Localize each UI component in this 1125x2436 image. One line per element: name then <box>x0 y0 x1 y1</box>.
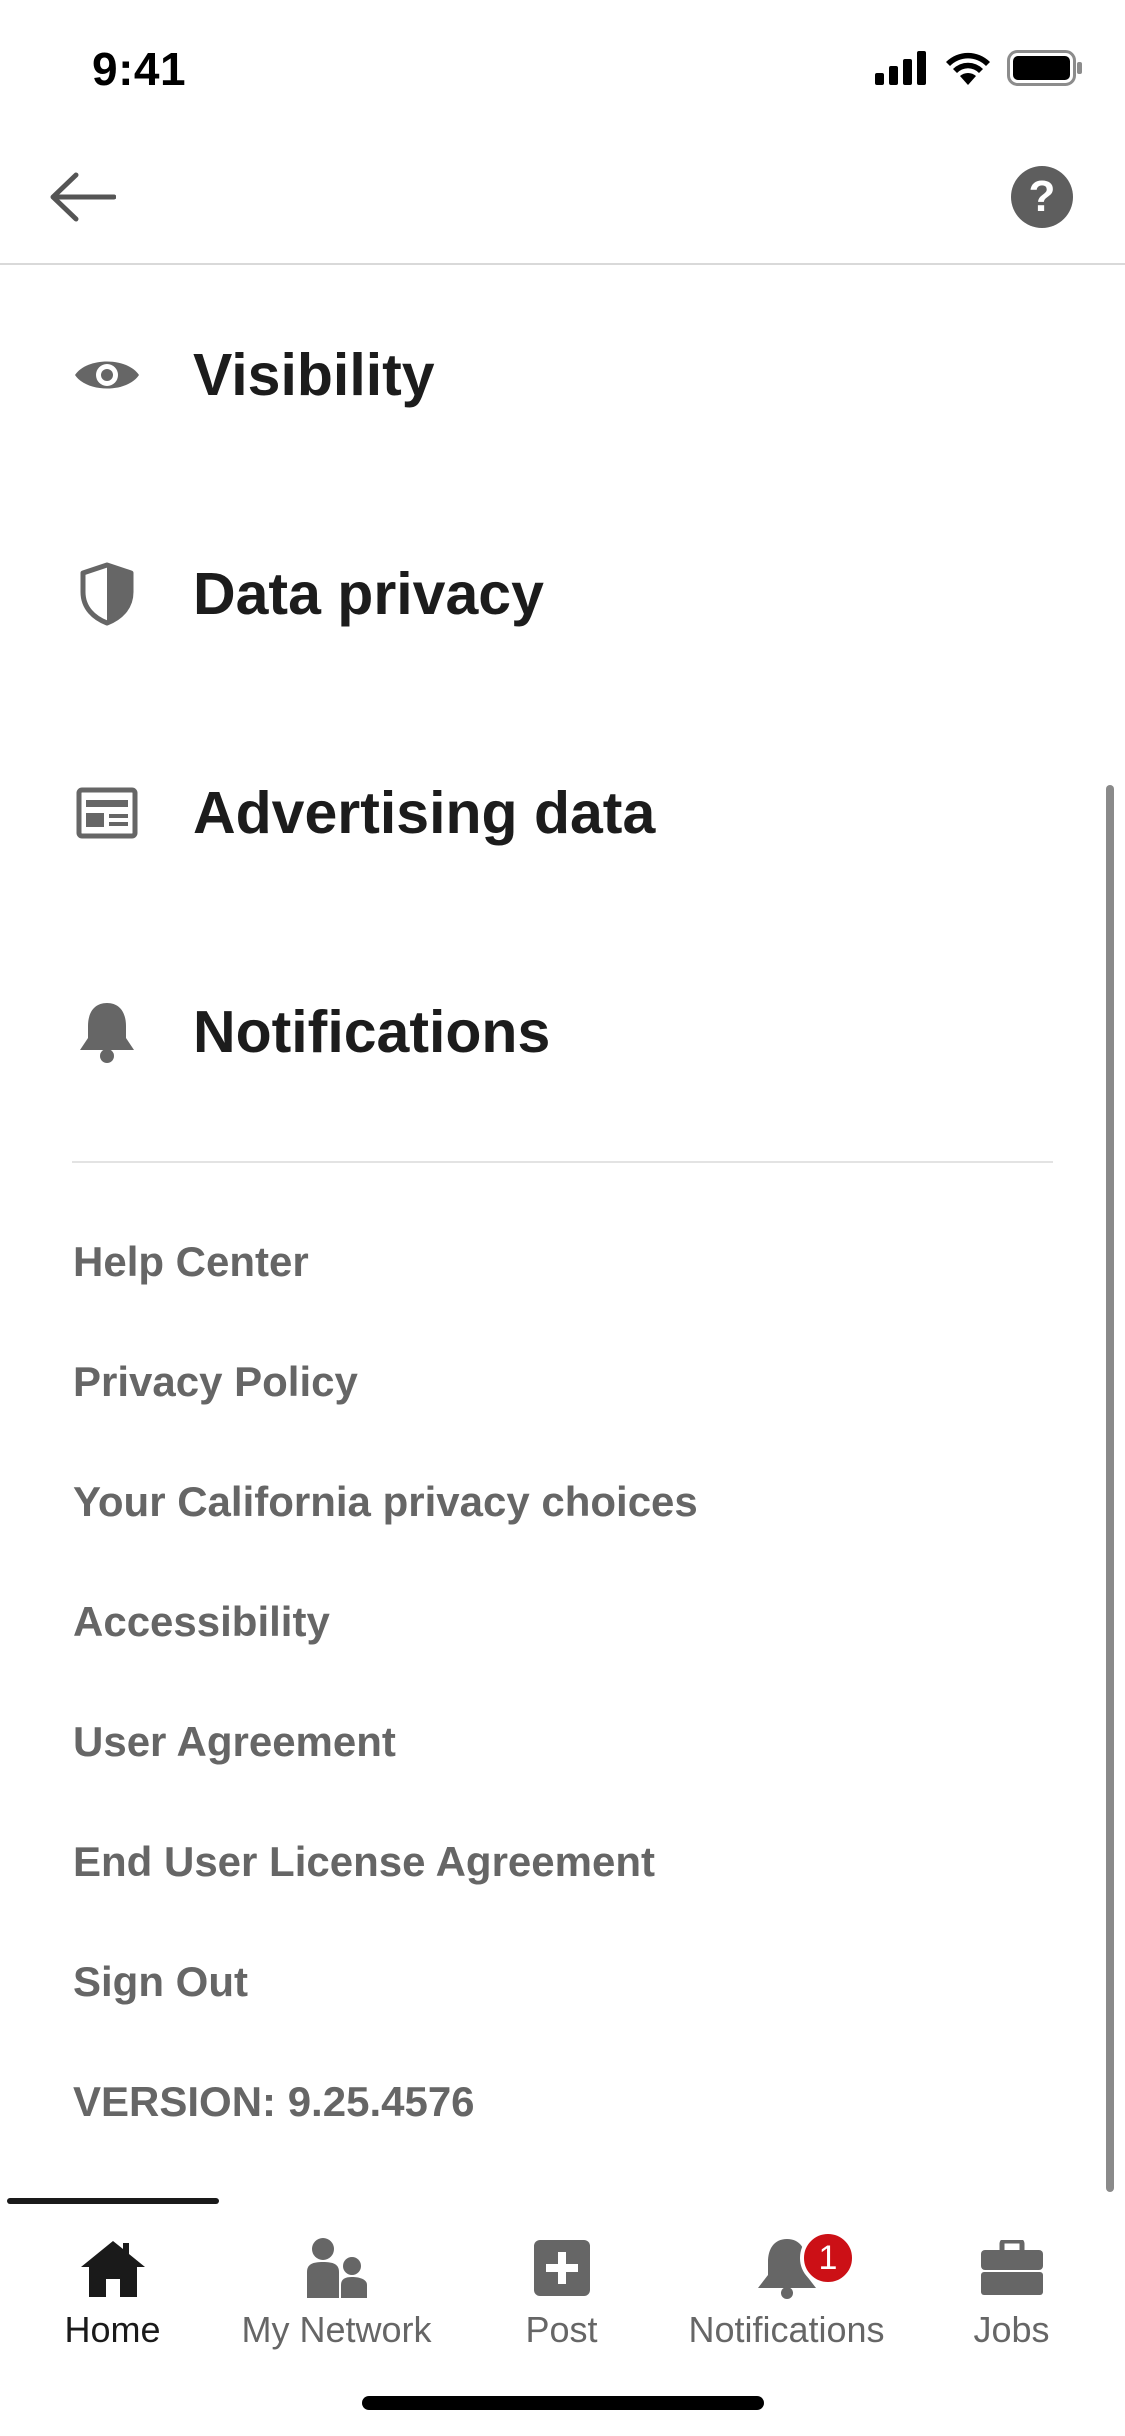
ad-card-icon <box>72 778 142 848</box>
settings-item-label: Data privacy <box>193 560 544 627</box>
nav-label: Post <box>525 2309 598 2350</box>
shield-icon <box>72 559 142 629</box>
home-indicator <box>362 2396 764 2410</box>
nav-item-jobs[interactable]: Jobs <box>899 2220 1124 2370</box>
settings-item-label: Visibility <box>193 341 435 408</box>
nav-item-my-network[interactable]: My Network <box>224 2220 449 2370</box>
link-end-user-license-agreement[interactable]: End User License Agreement <box>73 1802 698 1922</box>
status-bar: 9:41 <box>0 0 1125 132</box>
nav-label: Home <box>64 2309 161 2350</box>
status-time: 9:41 <box>92 43 187 95</box>
arrow-left-icon <box>50 172 116 222</box>
nav-label: Notifications <box>688 2309 885 2350</box>
link-user-agreement[interactable]: User Agreement <box>73 1682 698 1802</box>
nav-item-post[interactable]: Post <box>449 2220 674 2370</box>
link-help-center[interactable]: Help Center <box>73 1202 698 1322</box>
cellular-signal-icon <box>875 51 926 85</box>
active-tab-indicator <box>7 2198 219 2204</box>
eye-icon <box>72 340 142 410</box>
help-icon: ? <box>1028 172 1056 221</box>
header: ? <box>0 132 1125 265</box>
settings-item-label: Notifications <box>193 998 551 1065</box>
battery-icon <box>1007 50 1082 86</box>
status-icons <box>875 50 1083 86</box>
links-list: Help Center Privacy Policy Your Californ… <box>73 1202 698 2162</box>
people-icon <box>297 2232 377 2304</box>
version-text: VERSION: 9.25.4576 <box>73 2078 475 2125</box>
notification-badge: 1 <box>800 2230 856 2286</box>
settings-item-visibility[interactable]: Visibility <box>0 265 1125 484</box>
settings-item-notifications[interactable]: Notifications <box>0 922 1125 1141</box>
settings-item-label: Advertising data <box>193 779 656 846</box>
settings-item-data-privacy[interactable]: Data privacy <box>0 484 1125 703</box>
link-sign-out[interactable]: Sign Out <box>73 1922 698 2042</box>
settings-list: Visibility Data privacy Advertising data <box>0 265 1125 1141</box>
scrollbar[interactable] <box>1106 785 1114 2192</box>
nav-item-notifications[interactable]: 1 Notifications <box>674 2220 899 2370</box>
plus-square-icon <box>522 2232 602 2304</box>
divider <box>72 1161 1053 1163</box>
back-button[interactable] <box>46 164 118 230</box>
link-privacy-policy[interactable]: Privacy Policy <box>73 1322 698 1442</box>
nav-item-home[interactable]: Home <box>0 2220 225 2370</box>
home-icon <box>73 2232 153 2304</box>
link-accessibility[interactable]: Accessibility <box>73 1562 698 1682</box>
nav-label: My Network <box>241 2309 432 2350</box>
bell-icon <box>72 997 142 1067</box>
nav-label: Jobs <box>973 2309 1050 2350</box>
help-button[interactable]: ? <box>1011 166 1073 228</box>
wifi-icon <box>946 52 990 85</box>
link-california-privacy-choices[interactable]: Your California privacy choices <box>73 1442 698 1562</box>
settings-item-advertising-data[interactable]: Advertising data <box>0 703 1125 922</box>
briefcase-icon <box>972 2232 1052 2304</box>
